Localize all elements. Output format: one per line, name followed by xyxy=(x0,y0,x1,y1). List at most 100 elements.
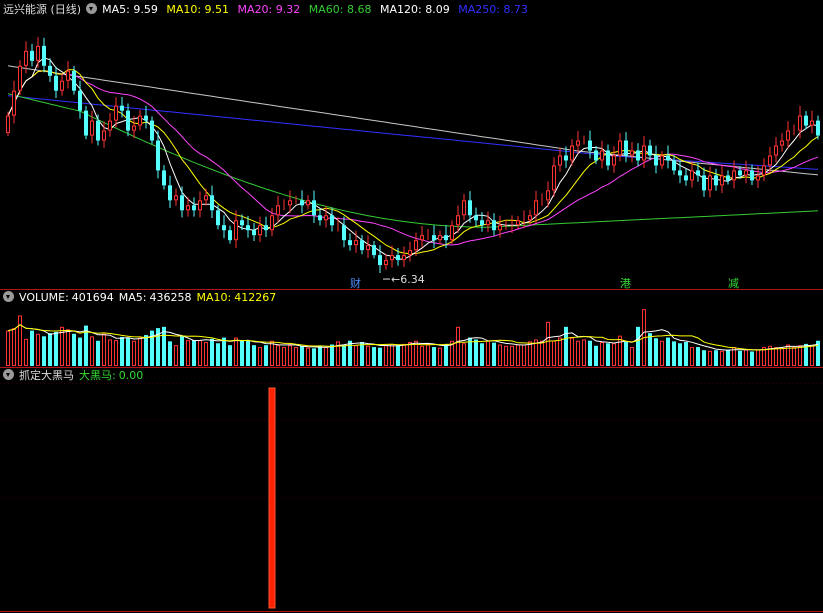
candle xyxy=(786,130,790,141)
indicator-panel-legend: 抓定大黑马 大黑马: 0.00 xyxy=(3,369,148,383)
volume-bar xyxy=(342,344,346,366)
candle xyxy=(546,190,550,201)
candle xyxy=(720,175,724,186)
volume-title: VOLUME: xyxy=(19,291,69,304)
volume-bar xyxy=(630,347,634,367)
volume-bar xyxy=(408,342,412,366)
volume-bar xyxy=(258,347,262,367)
candle xyxy=(438,235,442,241)
candle xyxy=(498,225,502,231)
candle xyxy=(12,90,16,116)
volume-bar xyxy=(582,339,586,367)
candle xyxy=(84,110,88,136)
candle xyxy=(750,170,754,181)
event-marker: 财 xyxy=(350,276,361,290)
volume-bar xyxy=(660,340,664,367)
volume-bar xyxy=(384,345,388,367)
volume-bar xyxy=(510,345,514,366)
volume-bar xyxy=(654,338,658,366)
volume-bar xyxy=(198,340,202,366)
volume-bar xyxy=(180,336,184,366)
volume-bar xyxy=(216,343,220,366)
volume-bar xyxy=(552,340,556,367)
low-price-label: ←6.34 xyxy=(391,273,425,286)
volume-bar xyxy=(810,345,814,367)
volume-bar xyxy=(102,333,106,366)
candle xyxy=(216,210,220,226)
volume-bar xyxy=(516,344,520,366)
volume-bar xyxy=(774,347,778,367)
candle xyxy=(354,240,358,246)
volume-bar xyxy=(702,350,706,366)
candle xyxy=(432,235,436,241)
volume-bar xyxy=(378,347,382,366)
candle xyxy=(90,120,94,136)
candle xyxy=(408,250,412,256)
volume-bar xyxy=(120,336,124,366)
volume-bar xyxy=(648,333,652,366)
candle xyxy=(348,240,352,246)
volume-bar xyxy=(360,342,364,366)
candle xyxy=(708,175,712,191)
candle xyxy=(276,205,280,216)
candle xyxy=(660,155,664,166)
volume-bar xyxy=(366,345,370,366)
candle xyxy=(324,215,328,221)
chevron-down-icon[interactable] xyxy=(3,291,14,302)
candle xyxy=(810,120,814,126)
candle xyxy=(642,145,646,161)
candle xyxy=(564,155,568,161)
candle xyxy=(420,235,424,241)
candle xyxy=(492,220,496,231)
volume-bar xyxy=(30,330,34,366)
volume-bar xyxy=(750,351,754,366)
volume-bar xyxy=(612,343,616,366)
volume-bar xyxy=(114,340,118,366)
candle xyxy=(636,150,640,161)
volume-bar xyxy=(108,339,112,367)
candle xyxy=(600,150,604,161)
candle xyxy=(240,220,244,226)
candle xyxy=(132,125,136,131)
indicator-series-label: 大黑马: xyxy=(79,369,116,382)
volume-bar xyxy=(606,343,610,366)
candle xyxy=(756,175,760,181)
candle xyxy=(672,160,676,171)
volume-bar xyxy=(288,345,292,367)
candle xyxy=(570,145,574,161)
candle xyxy=(468,200,472,216)
candle xyxy=(738,170,742,176)
volume-bar xyxy=(426,344,430,366)
volume-bar xyxy=(438,347,442,366)
volume-bar xyxy=(684,342,688,366)
volume-bar xyxy=(720,350,724,366)
candle xyxy=(480,220,484,226)
volume-bar xyxy=(72,333,76,366)
stock-chart-canvas[interactable]: ←6.34 财 港 减 xyxy=(0,0,823,613)
volume-bar xyxy=(570,337,574,367)
ma60-legend: MA60: 8.68 xyxy=(308,3,372,16)
candle xyxy=(18,65,22,91)
candle xyxy=(744,170,748,176)
candle xyxy=(102,130,106,141)
candle xyxy=(342,225,346,241)
candle xyxy=(486,220,490,226)
volume-bar xyxy=(432,347,436,366)
candle xyxy=(318,215,322,221)
volume-bar xyxy=(402,343,406,367)
candle xyxy=(168,185,172,201)
volume-bar xyxy=(174,345,178,367)
volume-bar xyxy=(132,340,136,367)
volume-bar xyxy=(12,328,16,366)
chevron-down-icon[interactable] xyxy=(3,369,14,380)
indicator-series-value: 0.00 xyxy=(118,369,144,382)
volume-panel-legend: VOLUME: 401694 MA5: 436258 MA10: 412267 xyxy=(3,291,281,305)
candle xyxy=(372,245,376,256)
volume-bar xyxy=(348,340,352,366)
ma20-line xyxy=(7,70,819,246)
candle xyxy=(630,150,634,156)
volume-bar xyxy=(420,345,424,366)
volume-bar xyxy=(798,345,802,367)
candle xyxy=(516,220,520,226)
chevron-down-icon[interactable] xyxy=(86,3,98,14)
